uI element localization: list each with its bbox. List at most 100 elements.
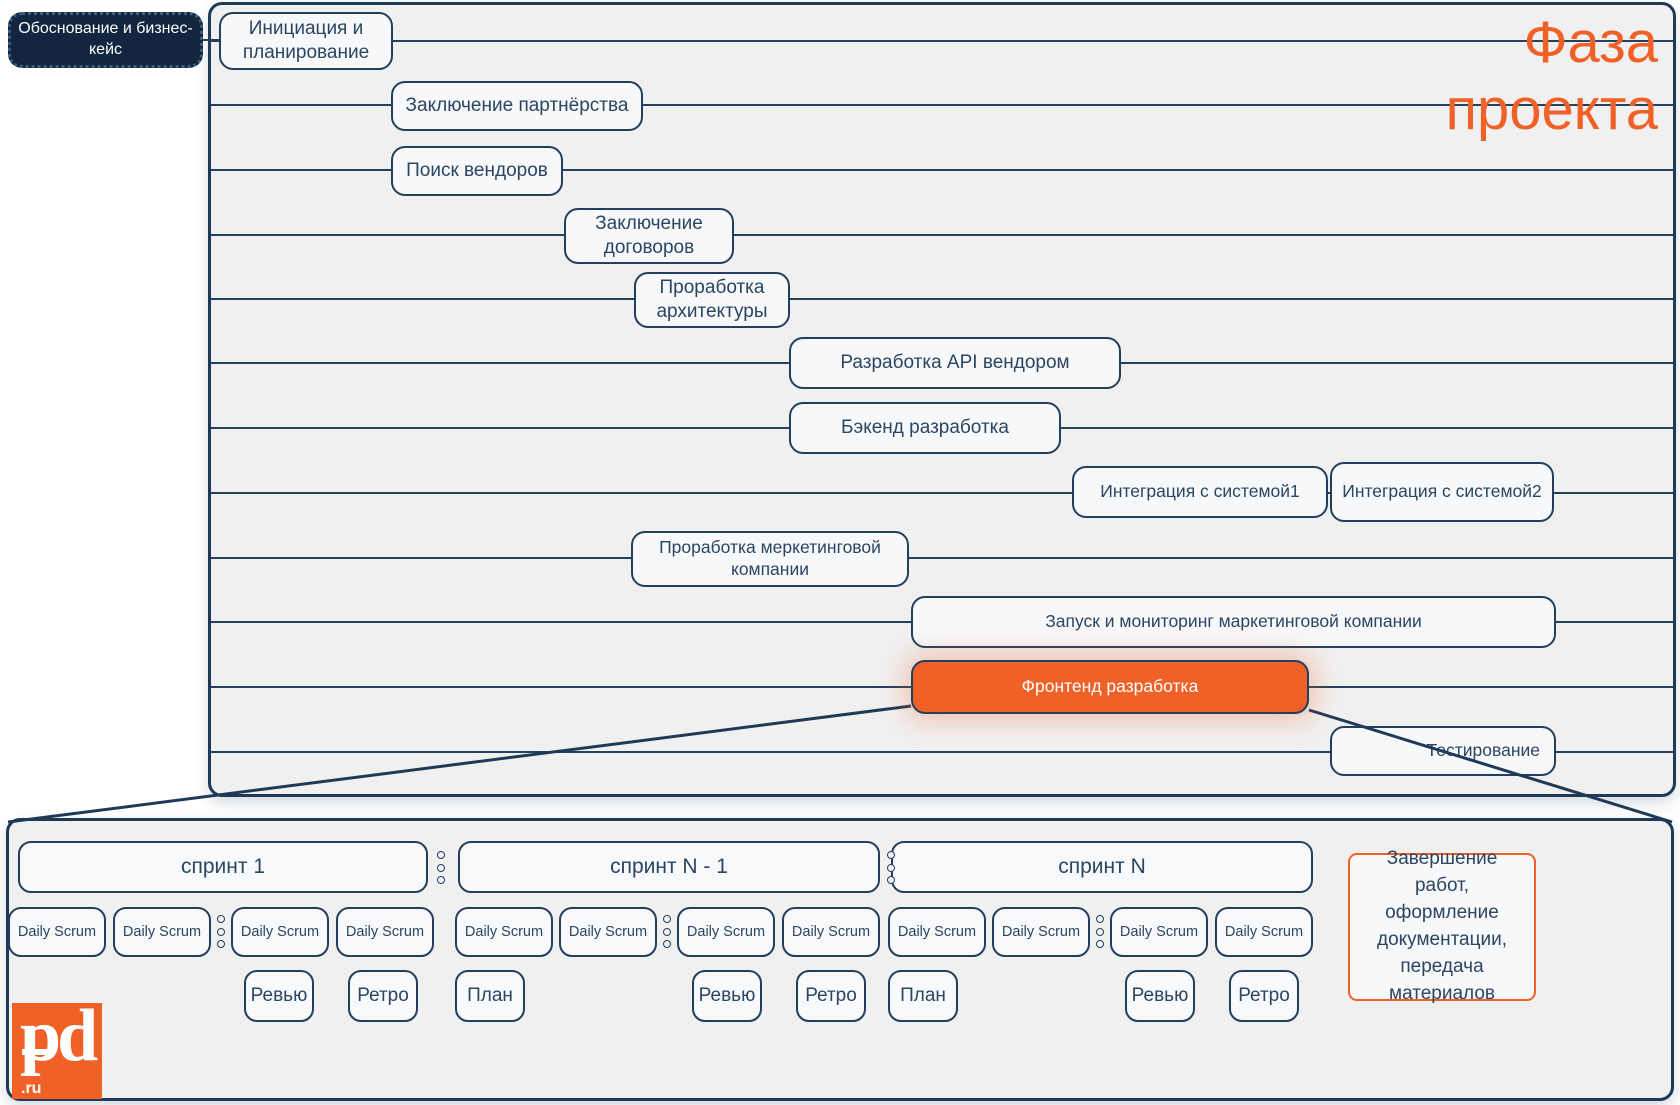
review-box[interactable]: Ревью (244, 970, 314, 1022)
daily-scrum-label: Daily Scrum (122, 924, 202, 940)
dot-icon (887, 851, 895, 859)
daily-scrum-box[interactable]: Daily Scrum (782, 907, 880, 957)
row-separator (211, 298, 1673, 300)
sprint-header-1[interactable]: спринт 1 (18, 841, 428, 893)
retro-box[interactable]: Ретро (796, 970, 866, 1022)
daily-scrum-box[interactable]: Daily Scrum (455, 907, 553, 957)
task-box-marketing-planning[interactable]: Проработка меркетинговой компании (631, 531, 909, 587)
task-box-vendor-api[interactable]: Разработка API вендором (789, 337, 1121, 389)
retro-box[interactable]: Ретро (348, 970, 418, 1022)
sprint-title: спринт N - 1 (610, 855, 728, 878)
review-box[interactable]: Ревью (692, 970, 762, 1022)
retro-label: Ретро (1238, 985, 1290, 1006)
dot-icon (1096, 915, 1104, 923)
sprint-ellipsis-1 (436, 851, 446, 884)
task-label: Поиск вендоров (406, 160, 548, 182)
task-label: Фронтенд разработка (1021, 676, 1199, 697)
task-label: Интеграция с системой1 (1100, 481, 1300, 502)
daily-scrum-label: Daily Scrum (568, 924, 648, 940)
dot-icon (437, 863, 445, 872)
plan-label: План (467, 985, 513, 1006)
dot-icon (663, 927, 671, 936)
dot-icon (887, 863, 895, 872)
dot-icon (1096, 940, 1104, 948)
daily-scrum-label: Daily Scrum (686, 924, 766, 940)
daily-scrum-box[interactable]: Daily Scrum (992, 907, 1090, 957)
daily-scrum-box[interactable]: Daily Scrum (1215, 907, 1313, 957)
dot-icon (217, 940, 225, 948)
daily-scrum-ellipsis (216, 915, 226, 948)
review-label: Ревью (1131, 985, 1189, 1006)
daily-scrum-box[interactable]: Daily Scrum (8, 907, 106, 957)
dot-icon (663, 915, 671, 923)
task-box-marketing-launch[interactable]: Запуск и мониторинг маркетинговой компан… (911, 596, 1556, 648)
business-case-badge-label: Обоснование и бизнес-кейс (18, 20, 193, 58)
daily-scrum-label: Daily Scrum (345, 924, 425, 940)
dot-icon (217, 915, 225, 923)
daily-scrum-box[interactable]: Daily Scrum (1110, 907, 1208, 957)
logo-bar (22, 1049, 48, 1055)
daily-scrum-box[interactable]: Daily Scrum (113, 907, 211, 957)
daily-scrum-label: Daily Scrum (1119, 924, 1199, 940)
business-case-badge[interactable]: Обоснование и бизнес-кейс (8, 12, 203, 68)
plan-box[interactable]: План (455, 970, 525, 1022)
dot-icon (1096, 927, 1104, 936)
daily-scrum-label: Daily Scrum (1001, 924, 1081, 940)
task-label: Заключение партнёрства (405, 95, 629, 117)
daily-scrum-box[interactable]: Daily Scrum (677, 907, 775, 957)
sprint-header-3[interactable]: спринт N (891, 841, 1313, 893)
completion-label: Завершение работ, оформление документаци… (1376, 848, 1508, 1004)
sprint-ellipsis-2 (886, 851, 896, 884)
daily-scrum-box[interactable]: Daily Scrum (559, 907, 657, 957)
sprint-title: спринт N (1058, 855, 1146, 878)
task-box-frontend-development[interactable]: Фронтенд разработка (911, 660, 1309, 714)
daily-scrum-label: Daily Scrum (791, 924, 871, 940)
task-box-integration-system1[interactable]: Интеграция с системой1 (1072, 466, 1328, 518)
completion-box[interactable]: Завершение работ, оформление документаци… (1348, 848, 1536, 1004)
diagram-canvas: Обоснование и бизнес-кейс Фаза проекта И… (0, 0, 1680, 1105)
task-box-contracts[interactable]: Заключение договоров (564, 208, 734, 264)
task-label: Инициация и планирование (242, 18, 370, 63)
task-box-backend[interactable]: Бэкенд разработка (789, 402, 1061, 454)
task-label: Тестирование (1426, 740, 1540, 761)
task-label: Бэкенд разработка (841, 417, 1009, 439)
daily-scrum-label: Daily Scrum (464, 924, 544, 940)
page-title: Фаза проекта (1328, 10, 1658, 143)
phase-title-line2: проекта (1445, 76, 1658, 142)
plan-box[interactable]: План (888, 970, 958, 1022)
daily-scrum-label: Daily Scrum (1224, 924, 1304, 940)
task-box-partnership[interactable]: Заключение партнёрства (391, 81, 643, 131)
retro-label: Ретро (357, 985, 409, 1006)
row-separator (211, 557, 1673, 559)
daily-scrum-label: Daily Scrum (17, 924, 97, 940)
dot-icon (437, 851, 445, 859)
logo-mark: pd (20, 995, 98, 1077)
review-box[interactable]: Ревью (1125, 970, 1195, 1022)
pd-ru-logo: pd .ru (12, 999, 102, 1099)
retro-box[interactable]: Ретро (1229, 970, 1299, 1022)
task-box-integration-system2[interactable]: Интеграция с системой2 (1330, 462, 1554, 522)
task-label: Запуск и мониторинг маркетинговой компан… (1045, 611, 1422, 632)
task-box-testing[interactable]: Тестирование (1330, 726, 1556, 776)
task-box-vendor-search[interactable]: Поиск вендоров (391, 146, 563, 196)
plan-label: План (900, 985, 946, 1006)
task-box-initiation-planning[interactable]: Инициация и планирование (219, 12, 393, 70)
task-label: Интеграция с системой2 (1342, 481, 1542, 502)
task-label: Проработка архитектуры (656, 277, 768, 322)
task-label: Заключение договоров (595, 213, 703, 258)
dot-icon (217, 927, 225, 936)
task-box-architecture[interactable]: Проработка архитектуры (634, 272, 790, 328)
daily-scrum-box[interactable]: Daily Scrum (888, 907, 986, 957)
daily-scrum-box[interactable]: Daily Scrum (336, 907, 434, 957)
task-label: Проработка меркетинговой компании (659, 537, 881, 579)
dot-icon (887, 876, 895, 884)
retro-label: Ретро (805, 985, 857, 1006)
daily-scrum-box[interactable]: Daily Scrum (231, 907, 329, 957)
daily-scrum-ellipsis (662, 915, 672, 948)
daily-scrum-label: Daily Scrum (240, 924, 320, 940)
sprint-title: спринт 1 (180, 855, 265, 878)
daily-scrum-label: Daily Scrum (897, 924, 977, 940)
row-separator (211, 234, 1673, 236)
review-label: Ревью (698, 985, 756, 1006)
sprint-header-2[interactable]: спринт N - 1 (458, 841, 880, 893)
